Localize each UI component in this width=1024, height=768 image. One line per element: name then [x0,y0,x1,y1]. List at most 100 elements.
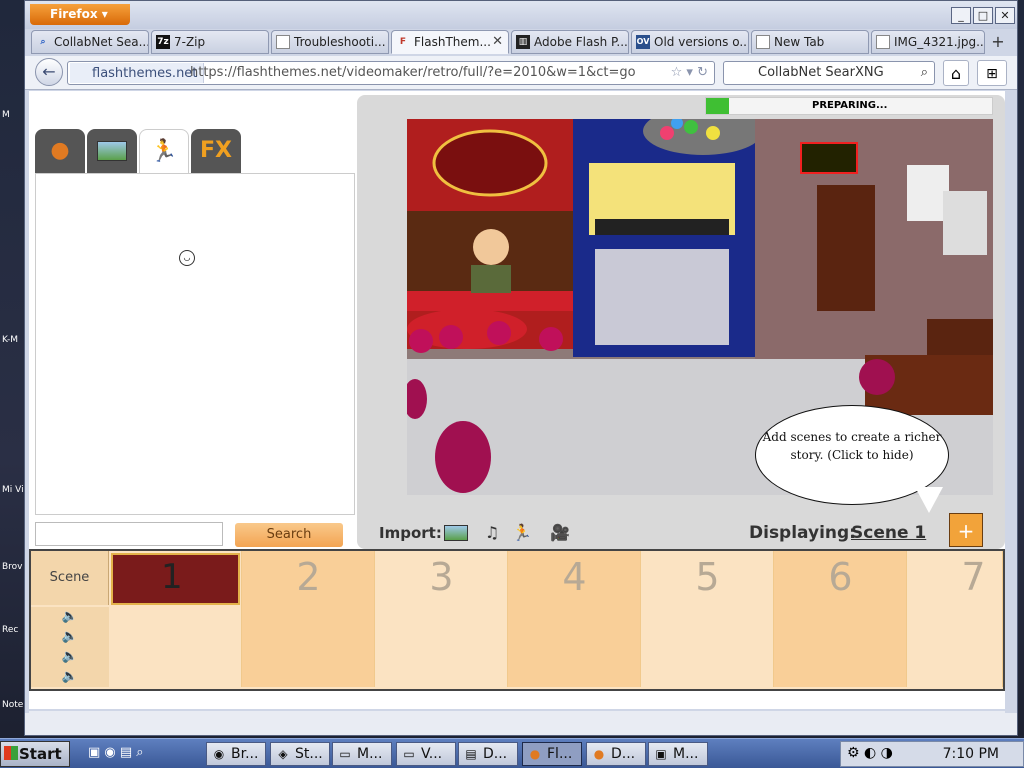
stage: PREPARING... Add scenes to create a rich… [357,95,1005,549]
site-identity-button[interactable]: flashthemes.net [70,63,205,83]
taskbar-item[interactable]: ◈ St... [270,742,330,766]
page-icon [756,35,770,49]
addons-button[interactable]: ⊞ [977,60,1007,86]
reload-icon[interactable]: ↻ [697,65,708,80]
home-button[interactable]: ⌂ [943,60,969,86]
search-icon: ⌕ [40,37,46,47]
firefox-window: Firefox ▾ _ □ ✕ ⌕ CollabNet Sea... 7z 7-… [24,0,1018,736]
page-icon [276,35,290,49]
clock: 7:10 PM [942,746,999,762]
audio-track-icon[interactable]: 🔈 [31,607,109,627]
displaying-label: Displaying: [749,523,856,543]
taskbar-item[interactable]: ◉ Br... [206,742,266,766]
taskbar-item-label: M... [673,746,699,762]
close-window-button[interactable]: ✕ [995,7,1015,24]
library-tab-backgrounds[interactable] [87,129,137,173]
window-icon: ◉ [213,747,225,761]
tab-label: Old versions o... [654,35,749,49]
bookmark-star-icon[interactable]: ☆ [671,65,683,80]
landscape-icon [97,141,127,161]
tray-icons[interactable]: ⚙ ◐ ◑ [847,745,893,761]
timeline-scene-7[interactable]: 7 [907,551,1003,687]
tab-label: FlashThem... [414,35,491,49]
scene-thumbnail[interactable]: 1 [111,553,240,605]
url-bar[interactable]: flashthemes.net https://flashthemes.net/… [67,61,715,85]
tab-flashthemes[interactable]: F FlashThem... ✕ [391,30,509,54]
audio-track-icon[interactable]: 🔈 [31,667,109,687]
start-label: Start [19,745,62,763]
window-icon: ▣ [655,747,667,761]
taskbar-item[interactable]: ▤ D... [458,742,518,766]
displaying-scene-link[interactable]: Scene 1 [851,521,926,545]
audio-track-icon[interactable]: 🔈 [31,647,109,667]
home-icon: ⌂ [950,64,962,83]
adobe-icon: ▥ [516,35,530,49]
import-character-icon[interactable]: 🏃 [509,523,535,543]
status-bar [25,713,1017,735]
timeline-scene-5[interactable]: 5 [641,551,774,687]
scene-timeline: Scene 🔈 🔈 🔈 🔈 1 2 3 4 5 6 7 [29,549,1005,691]
import-video-icon[interactable]: 🎥 [547,523,573,543]
timeline-scene-2[interactable]: 2 [242,551,375,687]
basketball-icon: ● [50,138,70,163]
progress-label: PREPARING... [812,100,888,111]
url-text[interactable]: https://flashthemes.net/videomaker/retro… [190,62,636,84]
windows-logo-icon [4,746,18,760]
import-toolbar: Import: ♫ 🏃 🎥 Displaying: Scene 1 + [379,513,999,547]
tab-label: CollabNet Sea... [54,35,149,49]
library-tab-props[interactable]: ● [35,129,85,173]
taskbar-item-label: Fl... [547,746,573,762]
tab-image[interactable]: IMG_4321.jpg... [871,30,985,54]
clapperboard-plus-icon: + [957,519,975,543]
tab-7zip[interactable]: 7z 7-Zip [151,30,269,54]
taskbar-item-firefox[interactable]: ● Fl... [522,742,582,766]
audio-track-icon[interactable]: 🔈 [31,627,109,647]
timeline-scene-3[interactable]: 3 [375,551,508,687]
scene-number: 4 [562,555,587,599]
system-tray: ⚙ ◐ ◑ 7:10 PM [840,741,1024,767]
7zip-icon: 7z [156,35,170,49]
tab-troubleshooting[interactable]: Troubleshooti... [271,30,389,54]
new-tab-button[interactable]: + [987,31,1009,53]
library-search-input[interactable] [35,522,223,546]
taskbar-item[interactable]: ▭ V... [396,742,456,766]
scene-number: 6 [828,555,853,599]
firefox-icon: ● [529,747,541,761]
puzzle-icon: ⊞ [986,66,998,82]
import-background-icon[interactable] [443,523,469,543]
loading-cursor-icon: ◡ [179,250,195,266]
library-tab-characters[interactable]: 🏃 [139,129,189,175]
dropdown-icon[interactable]: ▾ [686,65,693,80]
timeline-row-label: Scene [31,551,109,605]
library-content: ◡ [35,173,355,515]
scene-thumbnail-number: 1 [161,557,183,597]
library-tab-effects[interactable]: FX [191,129,241,173]
navigation-toolbar: ← flashthemes.net https://flashthemes.ne… [25,56,1017,90]
maximize-button[interactable]: □ [973,7,993,24]
timeline-scene-4[interactable]: 4 [508,551,641,687]
close-tab-icon[interactable]: ✕ [492,31,503,53]
character-icon: 🏃 [150,139,178,164]
tab-new-tab[interactable]: New Tab [751,30,869,54]
tab-label: Adobe Flash P... [534,35,628,49]
firefox-menu-button[interactable]: Firefox ▾ [30,4,130,25]
taskbar-item[interactable]: ● D... [586,742,646,766]
taskbar-item[interactable]: ▣ M... [648,742,708,766]
search-bar[interactable]: CollabNet SearXNG ⌕ [723,61,935,85]
window-icon: ◈ [278,747,288,761]
add-scene-button[interactable]: + [949,513,983,547]
progress-fill [706,98,729,114]
tab-adobe-flash[interactable]: ▥ Adobe Flash P... [511,30,629,54]
timeline-scene-6[interactable]: 6 [774,551,907,687]
taskbar-item[interactable]: ▭ M... [332,742,392,766]
back-button[interactable]: ← [35,58,63,86]
search-engine-label: CollabNet SearXNG [758,65,884,80]
start-button[interactable]: Start [0,741,70,767]
library-search-button[interactable]: Search [235,523,343,547]
import-music-icon[interactable]: ♫ [479,523,505,543]
minimize-button[interactable]: _ [951,7,971,24]
tab-old-versions[interactable]: OV Old versions o... [631,30,749,54]
search-icon[interactable]: ⌕ [921,62,928,84]
tab-collabnet[interactable]: ⌕ CollabNet Sea... [31,30,149,54]
timeline-scene-1[interactable]: 1 [109,551,242,687]
